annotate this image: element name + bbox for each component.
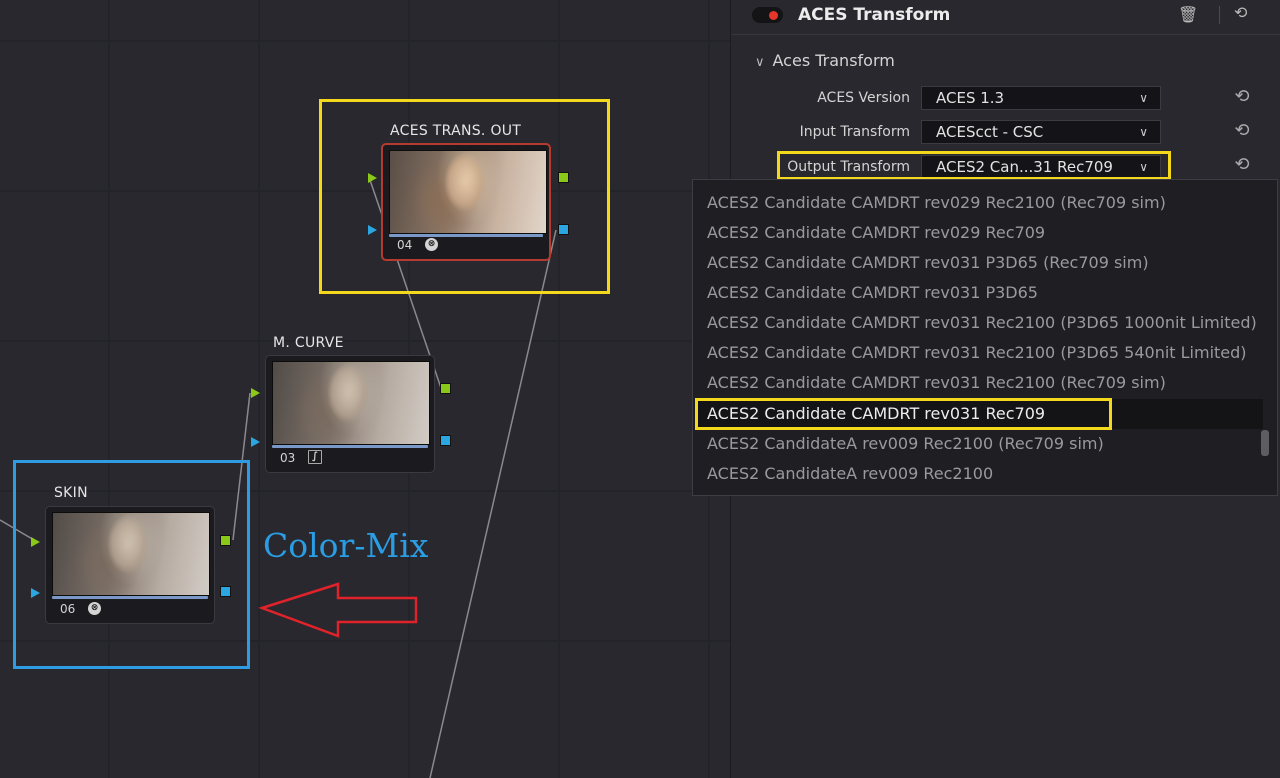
node-number: 03 <box>280 451 296 465</box>
dropdown-option[interactable]: ACES2 Candidate CAMDRT rev031 Rec2100 (R… <box>707 373 1166 392</box>
node-title-m-curve: M. CURVE <box>273 335 344 351</box>
effect-icon: ⊗ <box>425 238 438 251</box>
alpha-output-port[interactable] <box>220 586 231 597</box>
section-aces-transform[interactable]: ∨ Aces Transform <box>755 51 895 70</box>
node-bar <box>52 596 208 599</box>
header-divider <box>1219 6 1220 24</box>
dropdown-option-selected[interactable]: ACES2 Candidate CAMDRT rev031 Rec709 <box>707 404 1045 423</box>
chevron-down-icon: ∨ <box>1139 125 1148 139</box>
input-transform-label: Input Transform <box>799 124 910 140</box>
node-m-curve[interactable]: 03 ∫ <box>265 355 435 473</box>
node-thumbnail <box>272 361 430 445</box>
node-number: 04 <box>397 238 413 252</box>
node-graph-canvas[interactable]: ACES TRANS. OUT 04 ⊗ M. CURVE 03 ∫ SKIN … <box>0 0 730 778</box>
node-skin[interactable]: 06 ⊗ <box>45 506 215 624</box>
inspector-title: ACES Transform <box>798 5 951 25</box>
node-bar <box>389 234 543 237</box>
red-arrow-annotation <box>258 582 418 638</box>
connection-line <box>232 392 251 541</box>
dropdown-option[interactable]: ACES2 Candidate CAMDRT rev029 Rec709 <box>707 223 1045 242</box>
node-thumbnail <box>389 150 547 234</box>
dropdown-option[interactable]: ACES2 Candidate CAMDRT rev029 Rec2100 (R… <box>707 193 1166 212</box>
curve-icon: ∫ <box>308 450 322 464</box>
reset-icon[interactable]: ⟲ <box>1231 86 1253 108</box>
aces-version-label: ACES Version <box>817 90 910 106</box>
aces-version-dropdown[interactable]: ACES 1.3 ∨ <box>921 86 1161 110</box>
dropdown-value: ACES 1.3 <box>936 89 1005 107</box>
reset-icon[interactable]: ⟲ <box>1231 120 1253 142</box>
node-title-aces-trans-out: ACES TRANS. OUT <box>390 123 522 139</box>
connection-line <box>0 519 35 541</box>
reset-all-icon[interactable]: ⟲ <box>1234 3 1254 23</box>
rgb-output-port[interactable] <box>558 172 569 183</box>
rgb-input-port[interactable] <box>31 537 40 547</box>
inspector-header: ACES Transform 🗑 ⟲ <box>731 0 1280 35</box>
output-transform-options-list[interactable]: ACES2 Candidate CAMDRT rev029 Rec2100 (R… <box>692 179 1278 496</box>
node-title-skin: SKIN <box>54 485 88 501</box>
output-transform-dropdown[interactable]: ACES2 Can...31 Rec709 ∨ <box>921 155 1161 179</box>
chevron-down-icon: ∨ <box>755 55 765 70</box>
node-aces-trans-out[interactable]: 04 ⊗ <box>381 143 551 261</box>
node-bar <box>272 445 428 448</box>
alpha-input-port[interactable] <box>31 588 40 598</box>
alpha-input-port[interactable] <box>368 225 377 235</box>
alpha-input-port[interactable] <box>251 437 260 447</box>
dropdown-value: ACEScct - CSC <box>936 123 1044 141</box>
trash-icon[interactable]: 🗑 <box>1178 5 1198 24</box>
rgb-input-port[interactable] <box>368 173 377 183</box>
effect-enable-toggle[interactable] <box>752 7 783 23</box>
color-mix-annotation: Color-Mix <box>263 526 429 565</box>
alpha-output-port[interactable] <box>558 224 569 235</box>
dropdown-option[interactable]: ACES2 Candidate CAMDRT rev031 Rec2100 (P… <box>707 313 1257 332</box>
connection-line <box>429 229 557 778</box>
dropdown-option[interactable]: ACES2 Candidate CAMDRT rev031 Rec2100 (P… <box>707 343 1247 362</box>
chevron-down-icon: ∨ <box>1139 160 1148 174</box>
chevron-down-icon: ∨ <box>1139 91 1148 105</box>
node-number: 06 <box>60 602 76 616</box>
output-transform-label: Output Transform <box>787 159 910 175</box>
dropdown-option[interactable]: ACES2 CandidateA rev009 Rec2100 <box>707 464 993 483</box>
dropdown-option[interactable]: ACES2 CandidateA rev009 Rec2100 (Rec709 … <box>707 434 1104 453</box>
input-transform-dropdown[interactable]: ACEScct - CSC ∨ <box>921 120 1161 144</box>
section-label: Aces Transform <box>772 51 895 70</box>
rgb-input-port[interactable] <box>251 388 260 398</box>
dropdown-value: ACES2 Can...31 Rec709 <box>936 158 1113 176</box>
scrollbar-thumb[interactable] <box>1261 430 1269 456</box>
reset-icon[interactable]: ⟲ <box>1231 154 1253 176</box>
dropdown-option[interactable]: ACES2 Candidate CAMDRT rev031 P3D65 (Rec… <box>707 253 1149 272</box>
alpha-output-port[interactable] <box>440 435 451 446</box>
rgb-output-port[interactable] <box>220 535 231 546</box>
node-thumbnail <box>52 512 210 596</box>
dropdown-option[interactable]: ACES2 Candidate CAMDRT rev031 P3D65 <box>707 283 1038 302</box>
rgb-output-port[interactable] <box>440 383 451 394</box>
effect-icon: ⊗ <box>88 602 101 615</box>
